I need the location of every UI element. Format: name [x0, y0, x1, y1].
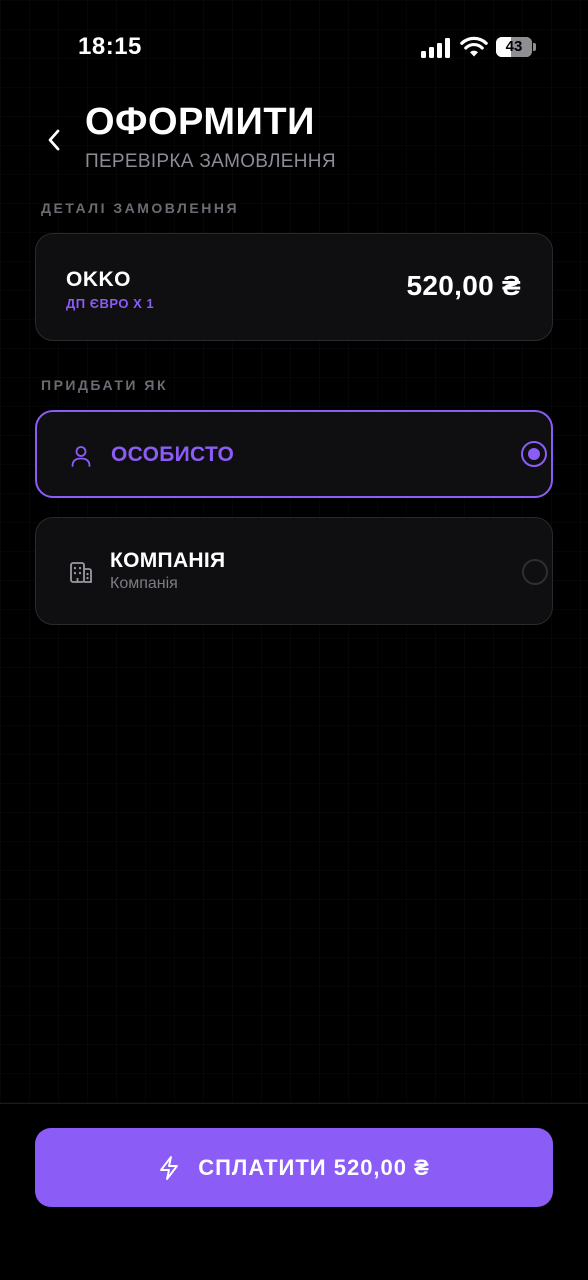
option-company-sublabel: Компанія: [110, 575, 178, 592]
order-price: 520,00 ₴: [406, 270, 521, 301]
pay-button[interactable]: СПЛАТИТИ 520,00 ₴: [35, 1128, 553, 1207]
option-company-label: КОМПАНІЯ: [110, 549, 226, 572]
merchant-name: OKKO: [66, 268, 131, 291]
user-icon: [71, 446, 91, 467]
battery-level: 43: [505, 38, 523, 55]
pay-button-label: СПЛАТИТИ 520,00 ₴: [198, 1154, 430, 1180]
purchase-as-label: ПРИДБАТИ ЯК: [41, 377, 168, 393]
option-company[interactable]: КОМПАНІЯ Компанія: [35, 517, 553, 625]
wifi-icon: [460, 36, 488, 57]
page-subtitle: ПЕРЕВІРКА ЗАМОВЛЕННЯ: [85, 151, 336, 172]
lightning-icon: [160, 1155, 179, 1180]
order-details-label: ДЕТАЛІ ЗАМОВЛЕННЯ: [41, 200, 240, 216]
page-title: ОФОРМИТИ: [85, 101, 315, 143]
option-personal[interactable]: ОСОБИСТО: [35, 410, 553, 498]
battery-icon: 43: [496, 37, 536, 57]
building-icon: [70, 562, 92, 583]
order-summary-card: OKKO ДП ЄВРО Х 1 520,00 ₴: [35, 233, 553, 341]
radio-unselected[interactable]: [522, 559, 548, 585]
order-item: ДП ЄВРО Х 1: [66, 296, 155, 311]
option-personal-label: ОСОБИСТО: [111, 443, 235, 466]
radio-selected[interactable]: [521, 441, 547, 467]
chevron-left-icon: [48, 129, 60, 151]
back-button[interactable]: [36, 120, 72, 160]
cellular-signal-icon: [421, 38, 450, 58]
status-bar: 18:15 43: [0, 0, 588, 90]
status-time: 18:15: [78, 33, 142, 60]
